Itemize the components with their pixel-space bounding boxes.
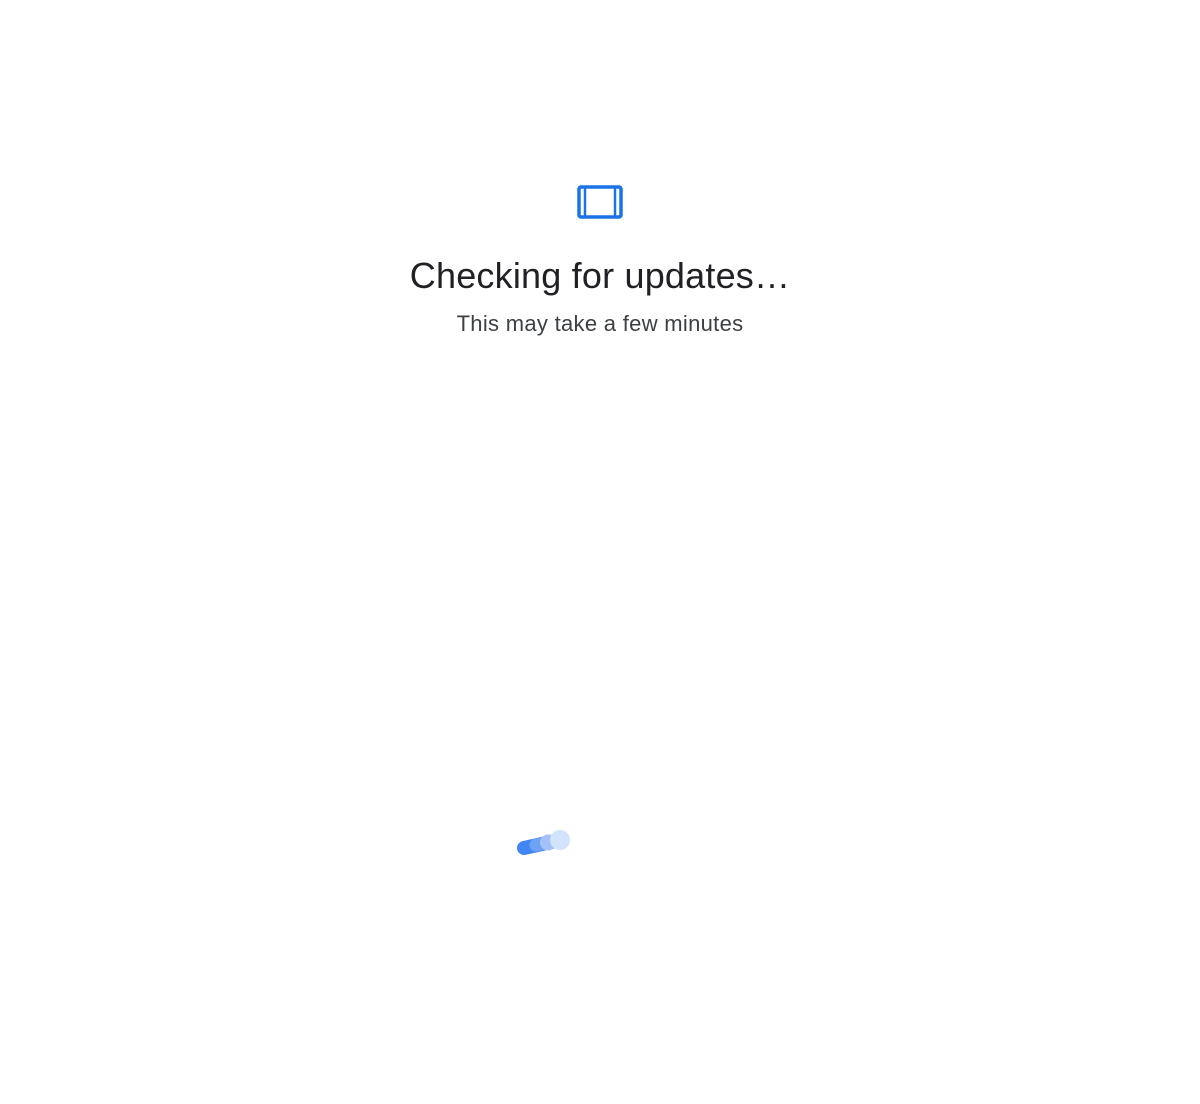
update-check-screen: Checking for updates… This may take a fe… bbox=[0, 0, 1200, 1104]
loading-dots-icon bbox=[517, 830, 570, 855]
page-subtitle: This may take a few minutes bbox=[456, 311, 744, 336]
page-title: Checking for updates… bbox=[409, 255, 791, 296]
device-frame-icon bbox=[577, 185, 623, 219]
